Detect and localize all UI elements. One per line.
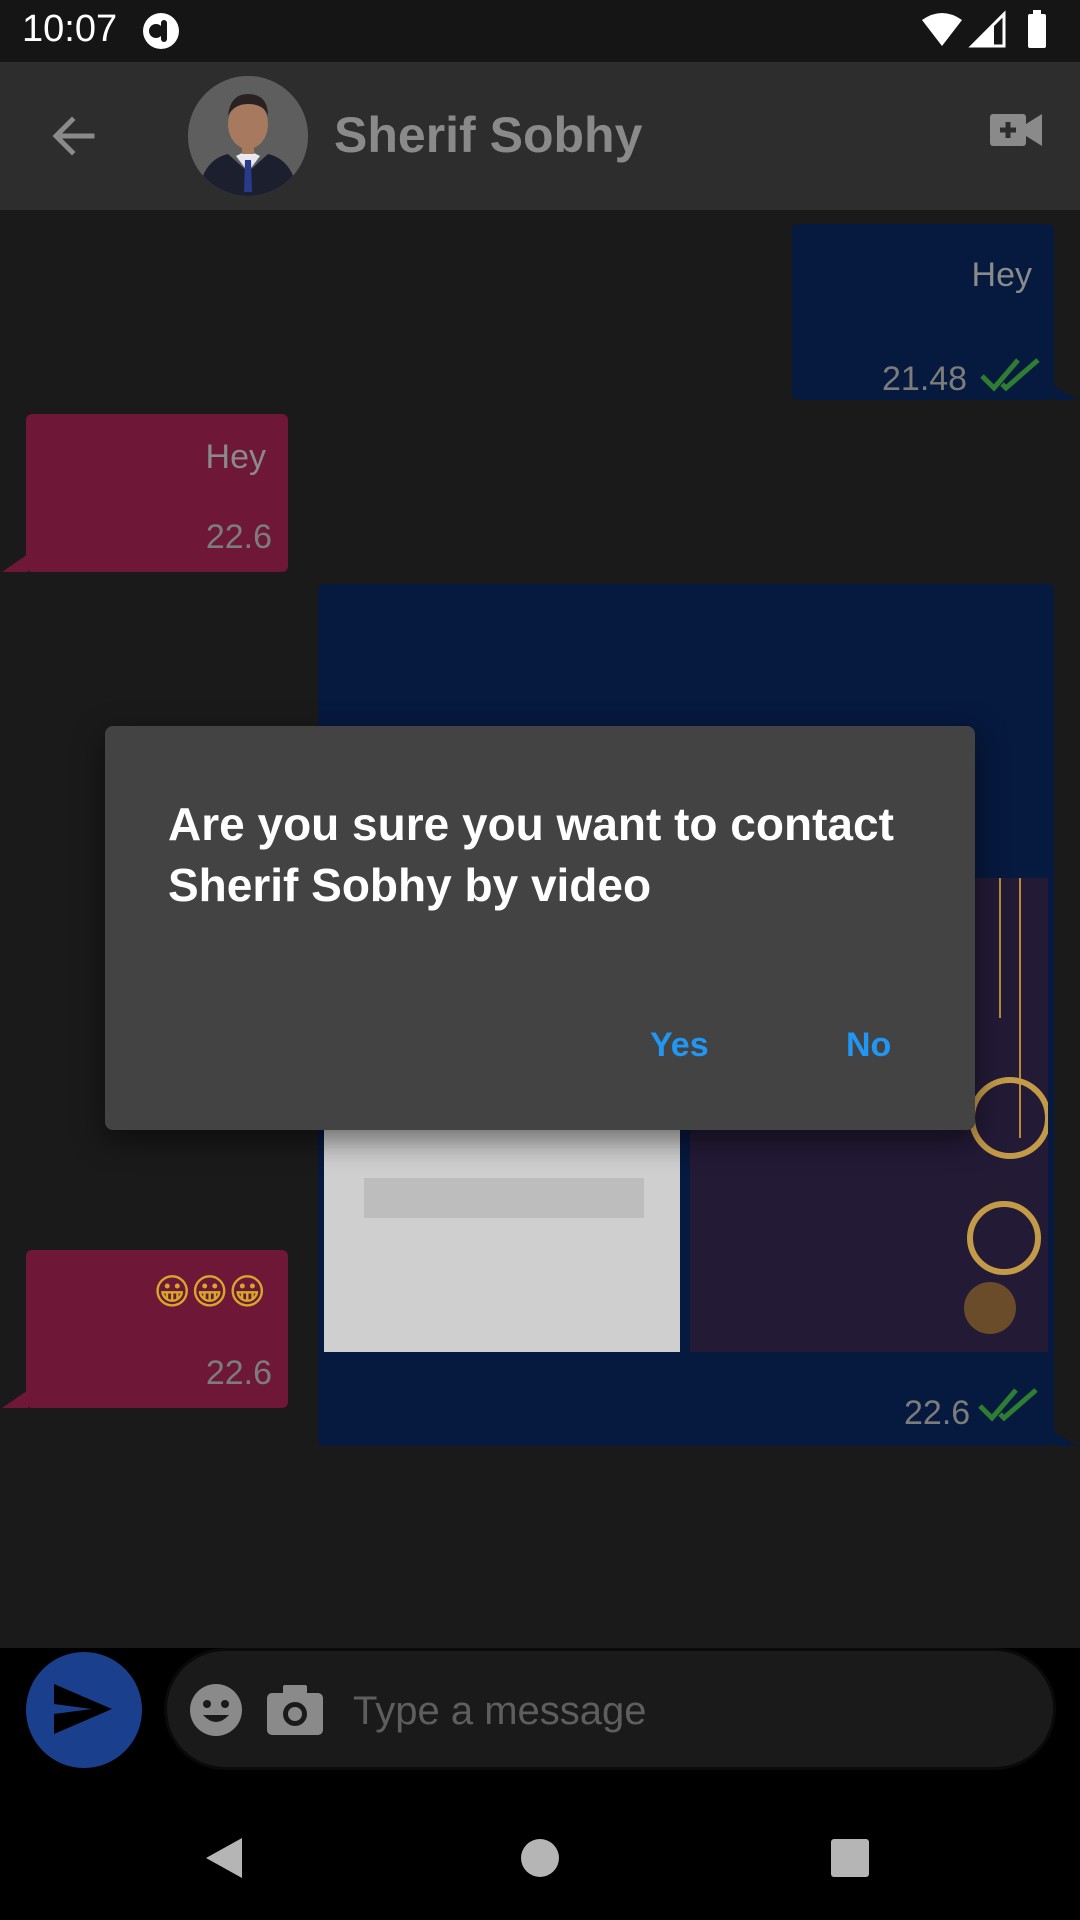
bubble-tail: [2, 554, 28, 572]
dialog-no-button[interactable]: No: [846, 1026, 891, 1065]
message-time: 21.48: [882, 360, 968, 398]
contact-name[interactable]: Sherif Sobhy: [334, 106, 642, 164]
send-icon: [54, 1684, 112, 1734]
double-check-icon: [978, 1388, 1038, 1422]
navigation-bar: [0, 1794, 1080, 1920]
bubble-tail: [2, 1390, 28, 1408]
bubble-tail: [1054, 386, 1078, 400]
message-input[interactable]: [351, 1679, 1005, 1743]
avatar-photo: [188, 76, 308, 196]
message-bubble-incoming[interactable]: 😀😀😀 22.6: [26, 1250, 288, 1408]
nav-home-icon[interactable]: [520, 1838, 560, 1878]
message-time: 22.6: [904, 1394, 971, 1432]
nav-recents-icon[interactable]: [830, 1838, 870, 1878]
message-time: 22.6: [205, 518, 272, 556]
wifi-icon: [922, 13, 962, 46]
message-composer: [164, 1648, 1056, 1770]
status-bar: 10:07: [0, 0, 1080, 62]
status-icons: [922, 10, 1046, 48]
app-notification-icon: [143, 13, 179, 49]
dialog-message: Are you sure you want to contact Sherif …: [168, 798, 894, 911]
contact-avatar[interactable]: [188, 76, 308, 196]
bubble-tail: [1054, 1432, 1078, 1446]
send-button[interactable]: [26, 1652, 142, 1768]
double-check-icon: [980, 358, 1040, 392]
video-call-confirm-dialog: Are you sure you want to contact Sherif …: [105, 726, 975, 1130]
message-bubble-incoming[interactable]: Hey 22.6: [26, 414, 288, 572]
message-text: Hey: [205, 438, 266, 476]
dialog-yes-button[interactable]: Yes: [650, 1026, 709, 1065]
message-text: Hey: [971, 256, 1032, 294]
nav-back-icon[interactable]: [204, 1836, 244, 1880]
arrow-back-icon[interactable]: [40, 102, 108, 170]
emoji-icon[interactable]: [189, 1683, 243, 1737]
message-text: 😀😀😀: [153, 1271, 266, 1312]
video-call-icon[interactable]: [990, 110, 1042, 150]
camera-icon[interactable]: [267, 1685, 323, 1735]
message-time: 22.6: [205, 1354, 272, 1392]
app-bar: Sherif Sobhy: [0, 62, 1080, 210]
signal-icon: [968, 10, 1006, 48]
battery-icon: [1028, 10, 1046, 48]
message-bubble-outgoing[interactable]: Hey 21.48: [792, 224, 1054, 400]
status-time: 10:07: [22, 8, 118, 50]
